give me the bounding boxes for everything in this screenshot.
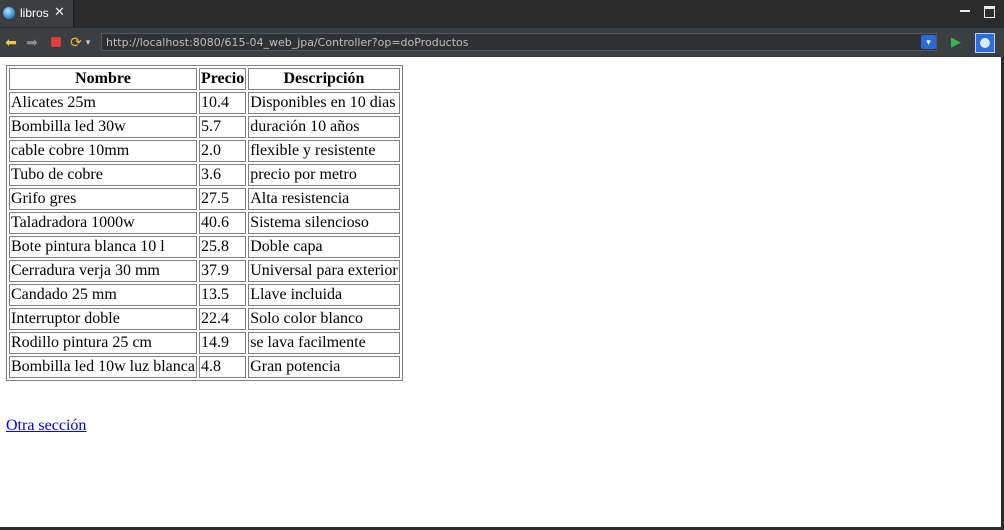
cell-nombre: Interruptor doble [9,308,197,330]
forward-arrow-icon[interactable]: ➡ [24,34,40,50]
table-row: Interruptor doble 22.4 Solo color blanco [9,308,400,330]
cell-descripcion: Sistema silencioso [248,212,400,234]
table-row: Rodillo pintura 25 cm 14.9 se lava facil… [9,332,400,354]
cell-precio: 22.4 [198,308,247,330]
cell-nombre: Bote pintura blanca 10 l [9,236,197,258]
cell-precio: 10.4 [198,92,247,114]
cell-precio: 25.8 [198,236,247,258]
cell-nombre: Grifo gres [9,188,197,210]
cell-precio: 27.5 [198,188,247,210]
cell-descripcion: flexible y resistente [248,140,400,162]
cell-precio: 5.7 [198,116,247,138]
cell-descripcion: Disponibles en 10 dias [248,92,400,114]
cell-precio: 40.6 [198,212,247,234]
table-header-row: Nombre Precio Descripción [9,68,400,90]
cell-precio: 13.5 [198,284,247,306]
products-table: Nombre Precio Descripción Alicates 25m 1… [6,65,403,381]
cell-nombre: Bombilla led 30w [9,116,197,138]
cell-precio: 3.6 [198,164,247,186]
cell-precio: 2.0 [198,140,247,162]
table-row: Candado 25 mm 13.5 Llave incluida [9,284,400,306]
minimize-icon[interactable] [960,10,970,12]
go-icon[interactable]: ▶ [948,34,964,50]
cell-descripcion: Solo color blanco [248,308,400,330]
cell-precio: 14.9 [198,332,247,354]
table-row: Bombilla led 30w 5.7 duración 10 años [9,116,400,138]
globe-icon [3,7,15,19]
table-row: Cerradura verja 30 mm 37.9 Universal par… [9,260,400,282]
table-row: Grifo gres 27.5 Alta resistencia [9,188,400,210]
cell-descripcion: Doble capa [248,236,400,258]
column-header-precio: Precio [198,68,247,90]
cell-descripcion: Llave incluida [248,284,400,306]
cell-descripcion: Universal para exterior [248,260,400,282]
maximize-icon[interactable] [984,6,995,18]
browser-toolbar: ⬅ ➡ ⟳ ▾ http://localhost:8080/615-04_web… [0,27,1004,58]
cell-nombre: Bombilla led 10w luz blanca [9,356,197,378]
cell-descripcion: se lava facilmente [248,332,400,354]
table-row: cable cobre 10mm 2.0 flexible y resisten… [9,140,400,162]
table-row: Bombilla led 10w luz blanca 4.8 Gran pot… [9,356,400,378]
cell-descripcion: precio por metro [248,164,400,186]
cell-nombre: cable cobre 10mm [9,140,197,162]
cell-nombre: Alicates 25m [9,92,197,114]
back-arrow-icon[interactable]: ⬅ [3,34,19,50]
cell-nombre: Tubo de cobre [9,164,197,186]
stop-icon[interactable] [48,34,64,50]
cell-nombre: Taladradora 1000w [9,212,197,234]
column-header-nombre: Nombre [9,68,197,90]
page-content: Nombre Precio Descripción Alicates 25m 1… [0,57,1001,527]
otra-seccion-link[interactable]: Otra sección [6,417,86,435]
close-icon[interactable]: ✕ [54,5,65,19]
tab-bar: libros ✕ [0,0,1004,27]
table-row: Taladradora 1000w 40.6 Sistema silencios… [9,212,400,234]
cell-nombre: Cerradura verja 30 mm [9,260,197,282]
table-row: Bote pintura blanca 10 l 25.8 Doble capa [9,236,400,258]
url-input[interactable]: http://localhost:8080/615-04_web_jpa/Con… [101,33,937,51]
table-row: Tubo de cobre 3.6 precio por metro [9,164,400,186]
cell-descripcion: Gran potencia [248,356,400,378]
cell-nombre: Candado 25 mm [9,284,197,306]
cell-precio: 4.8 [198,356,247,378]
cell-precio: 37.9 [198,260,247,282]
refresh-icon[interactable]: ⟳ [68,34,84,50]
chevron-down-icon[interactable]: ▾ [84,34,92,50]
tab-libros[interactable]: libros ✕ [0,0,74,27]
column-header-descripcion: Descripción [248,68,400,90]
cell-descripcion: Alta resistencia [248,188,400,210]
cell-descripcion: duración 10 años [248,116,400,138]
browser-icon[interactable] [975,33,995,53]
tab-title: libros [20,6,49,20]
url-dropdown-icon[interactable]: ▾ [921,35,936,49]
cell-nombre: Rodillo pintura 25 cm [9,332,197,354]
table-row: Alicates 25m 10.4 Disponibles en 10 dias [9,92,400,114]
